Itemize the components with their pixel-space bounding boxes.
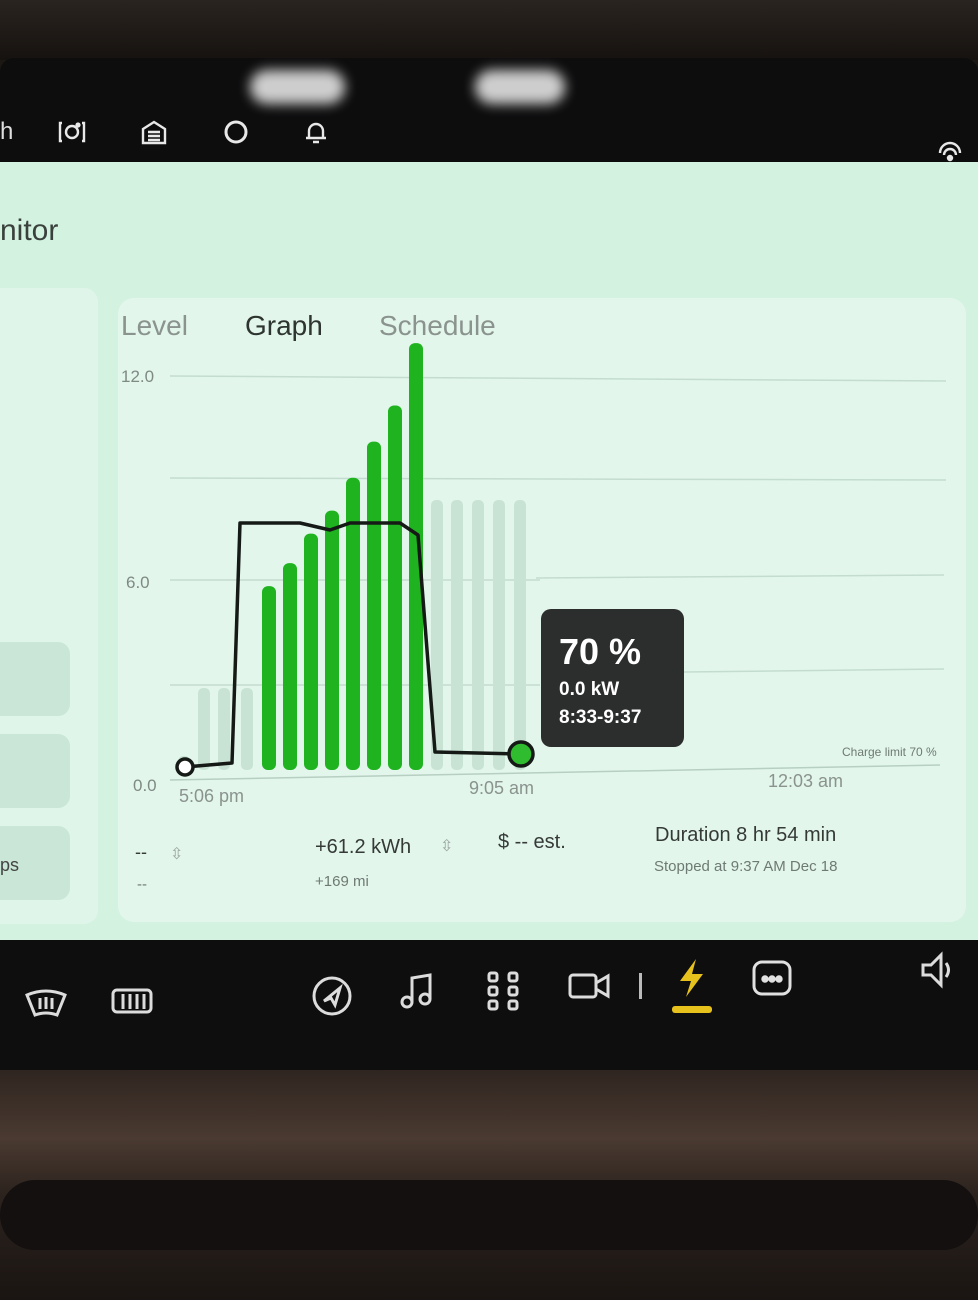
defrost-front-icon[interactable] (20, 978, 72, 1030)
chart-bar (367, 441, 381, 770)
start-marker (175, 757, 195, 777)
charging-chart (169, 343, 947, 781)
x-tick-label: 12:03 am (768, 771, 844, 791)
music-icon[interactable] (392, 966, 444, 1018)
defrost-rear-icon[interactable] (106, 976, 158, 1028)
left-stat-sub: -- (137, 876, 147, 893)
chart-bar (388, 405, 402, 770)
x-tick-label: 5:06 pm (179, 786, 245, 806)
gridline (169, 375, 947, 382)
stopped-time: Stopped at 9:37 AM Dec 18 (654, 858, 838, 875)
left-stat-value: -- (135, 842, 147, 862)
chart-bar (325, 510, 339, 770)
end-marker (507, 740, 535, 768)
charge-limit-label: Charge limit 70 % (842, 745, 937, 759)
tooltip-time-range: 8:33-9:37 (559, 707, 642, 728)
chart-bar (304, 533, 318, 770)
chart-tooltip: 70 % 0.0 kW 8:33-9:37 (541, 609, 684, 747)
tooltip-percent: 70 % (559, 631, 642, 672)
chart-bar-inactive (198, 688, 210, 770)
miles-added: +169 mi (315, 873, 369, 890)
video-camera-icon[interactable] (563, 960, 615, 1012)
chart-bar (262, 586, 276, 770)
chevron-updown-icon[interactable]: ⇳ (440, 836, 453, 856)
gridline (535, 574, 945, 579)
x-tick-label: 9:05 am (469, 778, 535, 798)
volume-icon[interactable] (912, 944, 964, 996)
dashboard-vent (0, 1180, 978, 1250)
energy-added: +61.2 kWh (315, 836, 412, 858)
gridline (683, 668, 945, 673)
chart-bar-inactive (493, 500, 505, 770)
chart-bar-inactive (514, 500, 526, 770)
charging-icon[interactable] (665, 952, 717, 1004)
chart-bar-inactive (218, 688, 230, 770)
chevron-updown-icon[interactable]: ⇳ (170, 844, 183, 864)
tooltip-power: 0.0 kW (559, 679, 620, 700)
gridline (169, 477, 947, 481)
navigation-icon[interactable] (306, 970, 358, 1022)
dock-divider (630, 960, 650, 1012)
chart-bar-inactive (472, 500, 484, 770)
charge-duration: Duration 8 hr 54 min (655, 824, 837, 846)
chart-bar (283, 563, 297, 770)
active-indicator (672, 1006, 712, 1013)
apps-icon[interactable] (478, 964, 530, 1016)
chart-bar-inactive (241, 688, 253, 770)
cost-estimate: $ -- est. (498, 831, 566, 853)
chart-bar-inactive (451, 500, 463, 770)
toybox-icon[interactable] (746, 952, 798, 1004)
